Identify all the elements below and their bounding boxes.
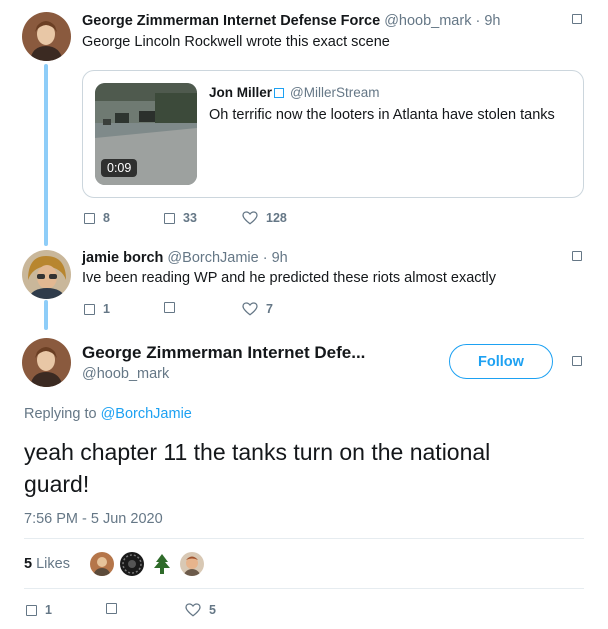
separator: · [475,13,481,29]
reply-count: 1 [45,603,52,617]
author-name[interactable]: George Zimmerman Internet Defense Force [82,13,380,29]
likes-summary[interactable]: 5 Likes [24,556,70,572]
divider [24,588,584,589]
divider [24,538,584,539]
like-count: 7 [266,302,273,316]
replying-to: Replying to @BorchJamie [24,406,192,422]
like-button[interactable]: 5 [185,603,216,617]
quote-text: Oh terrific now the looters in Atlanta h… [209,107,555,123]
liker-avatar[interactable] [120,552,144,576]
quote-author-name[interactable]: Jon Miller [209,85,272,100]
avatar[interactable] [22,250,71,299]
heart-icon [242,211,258,225]
follow-button[interactable]: Follow [449,344,553,379]
retweet-icon [164,212,175,224]
replying-prefix: Replying to [24,406,97,422]
tweet-text: George Lincoln Rockwell wrote this exact… [82,34,390,50]
quoted-tweet[interactable]: 0:09 Jon Miller @MillerStream Oh terrific… [82,70,584,198]
like-button[interactable]: 7 [242,302,273,316]
tweet-time[interactable]: 9h [272,250,288,266]
video-thumbnail[interactable]: 0:09 [95,83,197,185]
tweet-text: Ive been reading WP and he predicted the… [82,270,497,286]
author-handle[interactable]: @hoob_mark [82,366,169,382]
author-name[interactable]: jamie borch [82,250,163,266]
like-count: 128 [266,211,287,225]
likes-label: Likes [36,556,70,572]
heart-icon [185,603,201,617]
tweet-header: jamie borch @BorchJamie · 9h [82,250,288,266]
avatar[interactable] [22,338,71,387]
tweet-timestamp[interactable]: 7:56 PM - 5 Jun 2020 [24,511,163,527]
like-count: 5 [209,603,216,617]
separator: · [262,250,268,266]
more-options-icon[interactable] [572,356,582,366]
reply-icon [84,303,95,315]
retweet-button[interactable]: 33 [164,211,197,225]
verified-icon [274,88,285,98]
retweet-count: 33 [183,211,197,225]
replying-mention[interactable]: @BorchJamie [101,406,192,422]
quote-header: Jon Miller @MillerStream [209,85,379,100]
tweet-time[interactable]: 9h [484,13,500,29]
thread-line [44,300,48,330]
liker-avatar[interactable] [90,552,114,576]
likes-count: 5 [24,556,33,572]
video-duration: 0:09 [101,159,138,177]
author-handle[interactable]: @BorchJamie [167,250,258,266]
reply-button[interactable]: 1 [84,302,110,316]
retweet-icon [106,603,117,614]
liker-avatar[interactable] [150,552,174,576]
liker-avatar[interactable] [180,552,204,576]
retweet-button[interactable] [106,603,125,614]
reply-button[interactable]: 8 [84,211,110,225]
reply-icon [84,212,95,224]
avatar[interactable] [22,12,71,61]
more-options-icon[interactable] [572,251,582,261]
author-name[interactable]: George Zimmerman Internet Defe... [82,343,365,363]
tweet-text: yeah chapter 11 the tanks turn on the na… [24,439,491,497]
reply-count: 8 [103,211,110,225]
reply-icon [26,604,37,616]
heart-icon [242,302,258,316]
retweet-icon [164,302,175,313]
more-options-icon[interactable] [572,14,582,24]
author-handle[interactable]: @hoob_mark [384,13,471,29]
tweet-header: George Zimmerman Internet Defense Force … [82,13,501,29]
retweet-button[interactable] [164,302,183,313]
quote-author-handle[interactable]: @MillerStream [290,85,379,100]
thread-line [44,64,48,246]
like-button[interactable]: 128 [242,211,287,225]
reply-button[interactable]: 1 [26,603,52,617]
reply-count: 1 [103,302,110,316]
